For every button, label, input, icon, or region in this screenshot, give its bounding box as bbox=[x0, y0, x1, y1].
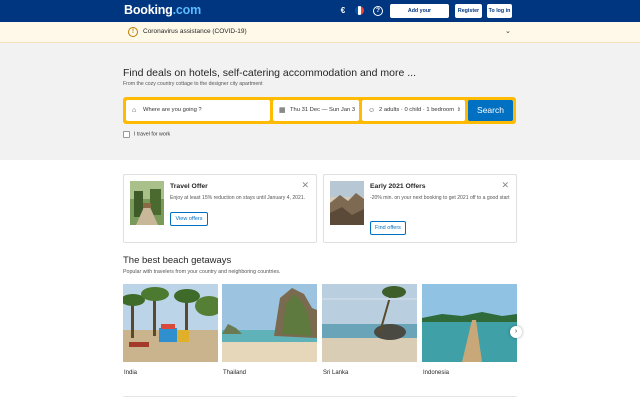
work-travel-option[interactable]: I travel for work bbox=[123, 131, 170, 138]
destination-tile-india[interactable] bbox=[123, 284, 218, 362]
offer-title: Early 2021 Offers bbox=[370, 183, 426, 190]
chevron-updown-icon: ⇕ bbox=[456, 107, 461, 113]
bed-icon: ⌂ bbox=[132, 107, 137, 114]
search-button[interactable]: Search bbox=[468, 100, 513, 121]
destination-label[interactable]: Thailand bbox=[223, 370, 246, 376]
destination-placeholder: Where are you going ? bbox=[143, 107, 202, 113]
chevron-down-icon[interactable]: ⌄ bbox=[505, 27, 511, 35]
beach-section-title: The best beach getaways bbox=[123, 255, 232, 266]
offer-description: Enjoy at least 15% reduction on stays un… bbox=[170, 195, 306, 201]
destination-tile-sri-lanka[interactable] bbox=[322, 284, 417, 362]
offer-card-early-2021: Early 2021 Offers -20% min. on your next… bbox=[323, 174, 517, 243]
register-button[interactable]: Register bbox=[455, 4, 482, 18]
booking-logo[interactable]: Booking.com bbox=[124, 3, 201, 17]
destination-input[interactable]: ⌂ Where are you going ? bbox=[126, 100, 270, 121]
hero-title: Find deals on hotels, self-catering acco… bbox=[123, 67, 416, 79]
close-icon[interactable]: ✕ bbox=[301, 180, 309, 191]
person-icon: ☺ bbox=[368, 107, 376, 114]
offer-description: -20% min. on your next booking to get 20… bbox=[370, 195, 510, 201]
offer-card-travel: Travel Offer Enjoy at least 15% reductio… bbox=[123, 174, 317, 243]
destination-tile-thailand[interactable] bbox=[222, 284, 317, 362]
work-travel-checkbox[interactable] bbox=[123, 131, 130, 138]
logo-text: Booking bbox=[124, 3, 173, 17]
destination-label[interactable]: Indonesia bbox=[423, 370, 449, 376]
logo-domain: .com bbox=[172, 3, 202, 17]
destination-label[interactable]: Sri Lanka bbox=[323, 370, 348, 376]
carousel-next-icon[interactable]: › bbox=[510, 326, 522, 338]
banner-text: Coronavirus assistance (COVID-19) bbox=[143, 28, 247, 35]
view-offers-button[interactable]: View offers bbox=[170, 212, 208, 226]
info-icon: ! bbox=[128, 27, 138, 37]
help-icon[interactable]: ? bbox=[373, 6, 383, 16]
divider bbox=[123, 396, 517, 397]
top-header: Booking.com € ? Add your establishment R… bbox=[0, 0, 640, 26]
login-button[interactable]: To log in bbox=[487, 4, 512, 18]
covid-banner[interactable]: ! Coronavirus assistance (COVID-19) ⌄ bbox=[0, 22, 640, 43]
search-bar: ⌂ Where are you going ? ▦ Thu 31 Dec — S… bbox=[123, 97, 516, 124]
beach-section-subtitle: Popular with travelers from your country… bbox=[123, 269, 281, 275]
currency-selector[interactable]: € bbox=[337, 5, 349, 17]
offer-title: Travel Offer bbox=[170, 183, 208, 190]
guests-selector[interactable]: ☺ 2 adults · 0 child · 1 bedroom ⇕ bbox=[362, 100, 465, 121]
offer-thumbnail-image bbox=[130, 181, 164, 225]
find-offers-button[interactable]: Find offers bbox=[370, 221, 406, 235]
calendar-icon: ▦ bbox=[279, 107, 286, 114]
guests-summary: 2 adults · 0 child · 1 bedroom bbox=[379, 107, 455, 113]
work-travel-label: I travel for work bbox=[134, 131, 171, 138]
destination-tile-indonesia[interactable] bbox=[422, 284, 517, 362]
language-flag-icon[interactable] bbox=[355, 6, 364, 15]
search-hero: Find deals on hotels, self-catering acco… bbox=[0, 43, 640, 160]
destination-label[interactable]: India bbox=[124, 370, 137, 376]
close-icon[interactable]: ✕ bbox=[501, 180, 509, 191]
hero-subtitle: From the cozy country cottage to the des… bbox=[123, 81, 263, 87]
date-range: Thu 31 Dec — Sun Jan 3 bbox=[290, 107, 356, 113]
offer-thumbnail-image bbox=[330, 181, 364, 225]
add-establishment-button[interactable]: Add your establishment bbox=[390, 4, 449, 26]
date-picker[interactable]: ▦ Thu 31 Dec — Sun Jan 3 bbox=[273, 100, 359, 121]
